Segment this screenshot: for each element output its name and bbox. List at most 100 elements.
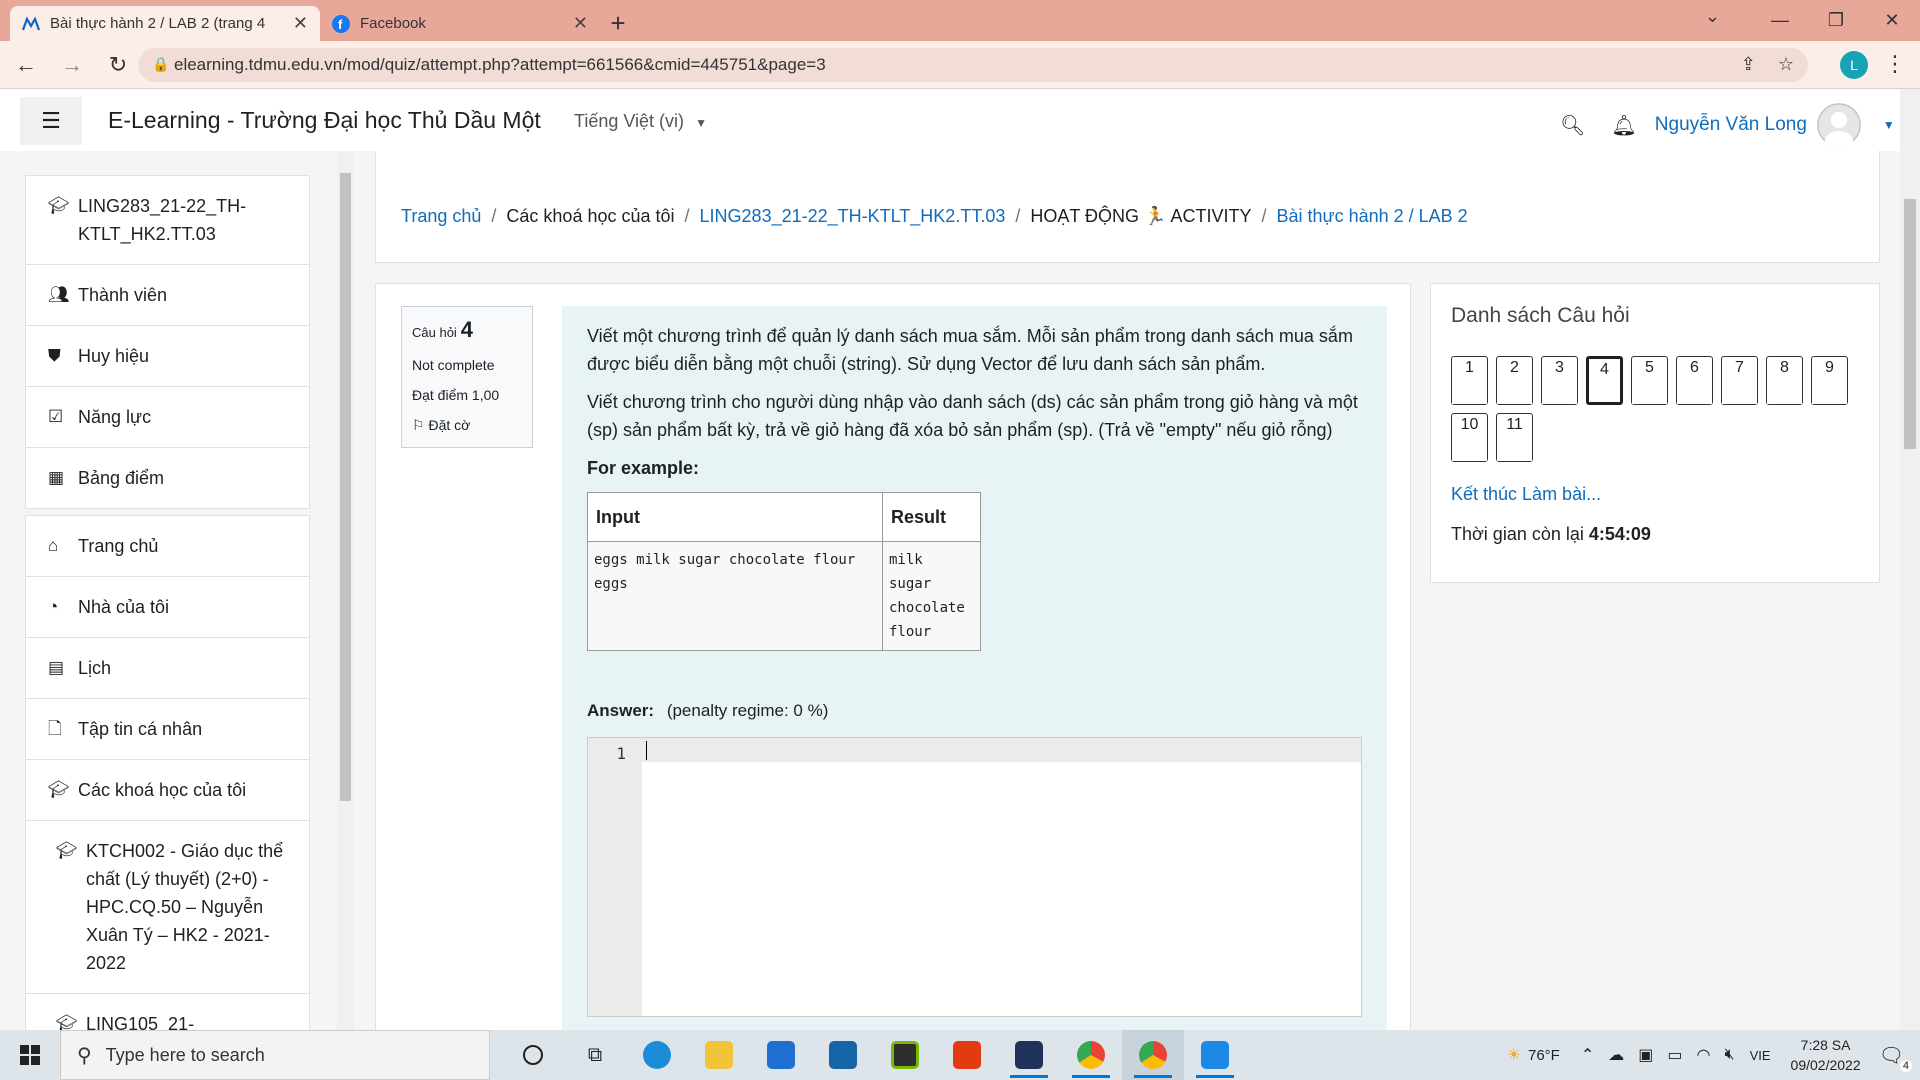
drawer-item-course-ktch002[interactable]: 🎓︎ KTCH002 - Giáo dục thể chất (Lý thuyết… — [26, 821, 309, 994]
flag-question-button[interactable]: ⚐ Đặt cờ — [412, 417, 522, 434]
photos-icon[interactable] — [1184, 1030, 1246, 1080]
drawer-item-label: Các khoá học của tôi — [78, 780, 247, 800]
close-tab-icon[interactable]: ✕ — [293, 13, 308, 34]
user-menu-caret-icon[interactable]: ▼ — [1883, 118, 1895, 132]
new-tab-button[interactable]: + — [600, 6, 636, 41]
question-nav-button[interactable]: 7 — [1721, 356, 1758, 405]
drawer-item-private-files[interactable]: 🗋 Tập tin cá nhân — [26, 699, 309, 760]
dell-icon[interactable] — [812, 1030, 874, 1080]
site-navbar: ☰ E-Learning - Trường Đại học Thủ Dầu Mộ… — [0, 89, 1900, 151]
question-buttons: 1 2 3 4 5 6 7 8 9 10 11 — [1451, 356, 1871, 462]
devcpp-icon[interactable] — [998, 1030, 1060, 1080]
question-nav-button[interactable]: 10 — [1451, 413, 1488, 462]
question-label: Câu hỏi — [412, 325, 457, 340]
question-paragraph-2: Viết chương trình cho người dùng nhập và… — [587, 392, 1358, 440]
minimize-icon[interactable]: — — [1752, 0, 1808, 41]
finish-attempt-link[interactable]: Kết thúc Làm bài... — [1451, 484, 1601, 505]
question-paragraph-1: Viết một chương trình để quản lý danh sá… — [587, 326, 1353, 374]
task-view-icon[interactable]: ⧉ — [564, 1030, 626, 1080]
back-icon[interactable]: ← — [6, 45, 46, 85]
hamburger-menu-icon[interactable]: ☰ — [20, 97, 82, 145]
close-window-icon[interactable]: ✕ — [1864, 0, 1920, 41]
drawer-item-calendar[interactable]: ▤ Lịch — [26, 638, 309, 699]
browser-tab-lab2[interactable]: Bài thực hành 2 / LAB 2 (trang 4 ✕ — [10, 6, 320, 41]
breadcrumb-home[interactable]: Trang chủ — [401, 206, 481, 227]
question-nav-button[interactable]: 8 — [1766, 356, 1803, 405]
search-icon[interactable]: 🔍︎ — [1560, 113, 1585, 138]
url-bar[interactable]: 🔒 elearning.tdmu.edu.vn/mod/quiz/attempt… — [138, 48, 1808, 82]
breadcrumb: Trang chủ / Các khoá học của tôi / LING2… — [401, 206, 1468, 227]
question-nav-button[interactable]: 5 — [1631, 356, 1668, 405]
user-avatar[interactable] — [1816, 103, 1861, 147]
question-nav-button[interactable]: 9 — [1811, 356, 1848, 405]
drawer-item-participants[interactable]: 👥︎ Thành viên — [26, 265, 309, 326]
drawer-item-dashboard[interactable]: ◔ Nhà của tôi — [26, 577, 309, 638]
windows-start-icon[interactable] — [0, 1030, 60, 1080]
lock-icon[interactable]: 🔒 — [152, 56, 169, 73]
cortana-icon[interactable] — [502, 1030, 564, 1080]
drawer-scrollbar[interactable] — [337, 151, 354, 1030]
taskbar-search-box[interactable]: ⚲ Type here to search — [60, 1030, 490, 1080]
facebook-icon: f — [332, 14, 350, 33]
drawer-item-home[interactable]: ⌂ Trang chủ — [26, 516, 309, 577]
tab-title: Facebook — [360, 15, 426, 32]
file-explorer-icon[interactable] — [688, 1030, 750, 1080]
question-nav-button-current[interactable]: 4 — [1586, 356, 1623, 405]
question-nav-button[interactable]: 11 — [1496, 413, 1533, 462]
browser-menu-icon[interactable]: ⋮ — [1884, 51, 1906, 77]
chrome-icon[interactable] — [1060, 1030, 1122, 1080]
wifi-icon[interactable]: ◠ — [1697, 1045, 1711, 1065]
notification-count: 4 — [1899, 1059, 1912, 1072]
drawer-scrollbar-thumb[interactable] — [340, 173, 351, 801]
browser-tab-facebook[interactable]: f Facebook ✕ — [320, 6, 600, 41]
tab-title: Bài thực hành 2 / LAB 2 (trang 4 — [50, 15, 266, 32]
question-nav-button[interactable]: 2 — [1496, 356, 1533, 405]
profile-avatar[interactable]: L — [1840, 51, 1868, 79]
question-nav-button[interactable]: 1 — [1451, 356, 1488, 405]
nvidia-icon[interactable] — [874, 1030, 936, 1080]
course-nav-group: 🎓︎ LING283_21-22_TH-KTLT_HK2.TT.03 👥︎ Thàn… — [25, 175, 310, 509]
weather-icon[interactable]: ☀ — [1507, 1045, 1521, 1065]
edge-icon[interactable] — [626, 1030, 688, 1080]
chrome-profile-icon[interactable] — [1122, 1030, 1184, 1080]
drawer-item-grades[interactable]: ▦ Bảng điểm — [26, 448, 309, 508]
time-label: Thời gian còn lại — [1451, 524, 1584, 544]
restore-icon[interactable]: ❐ — [1808, 0, 1864, 41]
chevron-up-icon[interactable]: ⌃ — [1581, 1045, 1594, 1065]
share-icon[interactable]: ⇪ — [1741, 54, 1756, 75]
input-language[interactable]: VIE — [1750, 1048, 1771, 1063]
forward-icon[interactable]: → — [52, 45, 92, 85]
table-header-result: Result — [882, 492, 981, 542]
page-scrollbar[interactable] — [1900, 89, 1920, 1030]
notification-bell-icon[interactable]: 🔔︎ — [1611, 113, 1636, 138]
weather-temp[interactable]: 76°F — [1528, 1047, 1560, 1064]
breadcrumb-course[interactable]: LING283_21-22_TH-KTLT_HK2.TT.03 — [700, 206, 1006, 227]
device-icon[interactable]: ▣ — [1638, 1045, 1653, 1065]
office-icon[interactable] — [936, 1030, 998, 1080]
breadcrumb-section: HOẠT ĐỘNG 🏃 ACTIVITY — [1030, 206, 1252, 226]
reload-icon[interactable]: ↻ — [98, 45, 138, 85]
mail-icon[interactable] — [750, 1030, 812, 1080]
battery-icon[interactable]: ▭ — [1667, 1045, 1682, 1065]
cloud-icon[interactable]: ☁ — [1608, 1045, 1624, 1065]
breadcrumb-quiz[interactable]: Bài thực hành 2 / LAB 2 — [1276, 206, 1467, 227]
close-tab-icon[interactable]: ✕ — [573, 13, 588, 34]
notification-center-icon[interactable]: 🗨︎ 4 — [1879, 1043, 1912, 1072]
user-name[interactable]: Nguyễn Văn Long — [1655, 114, 1807, 136]
drawer-item-competencies[interactable]: ☑ Năng lực — [26, 387, 309, 448]
drawer-item-badges[interactable]: ⛊ Huy hiệu — [26, 326, 309, 387]
language-selector[interactable]: Tiếng Việt (vi) ▼ — [574, 111, 707, 132]
volume-mute-icon[interactable]: 🔇︎ — [1724, 1046, 1734, 1064]
site-brand[interactable]: E-Learning - Trường Đại học Thủ Dầu Một — [108, 107, 541, 134]
question-nav-button[interactable]: 6 — [1676, 356, 1713, 405]
drawer-item-label: Bảng điểm — [78, 468, 165, 488]
drawer-item-course[interactable]: 🎓︎ LING283_21-22_TH-KTLT_HK2.TT.03 — [26, 176, 309, 265]
drawer-item-my-courses[interactable]: 🎓︎ Các khoá học của tôi — [26, 760, 309, 821]
clock[interactable]: 7:28 SA 09/02/2022 — [1791, 1035, 1861, 1075]
code-editor[interactable]: 1 — [587, 737, 1362, 1017]
page-scrollbar-thumb[interactable] — [1904, 199, 1916, 449]
question-nav-button[interactable]: 3 — [1541, 356, 1578, 405]
tab-search-chevron-icon[interactable]: ⌄ — [1705, 6, 1720, 27]
bookmark-star-icon[interactable]: ☆ — [1778, 54, 1794, 75]
shield-icon: ⛊ — [48, 346, 61, 365]
